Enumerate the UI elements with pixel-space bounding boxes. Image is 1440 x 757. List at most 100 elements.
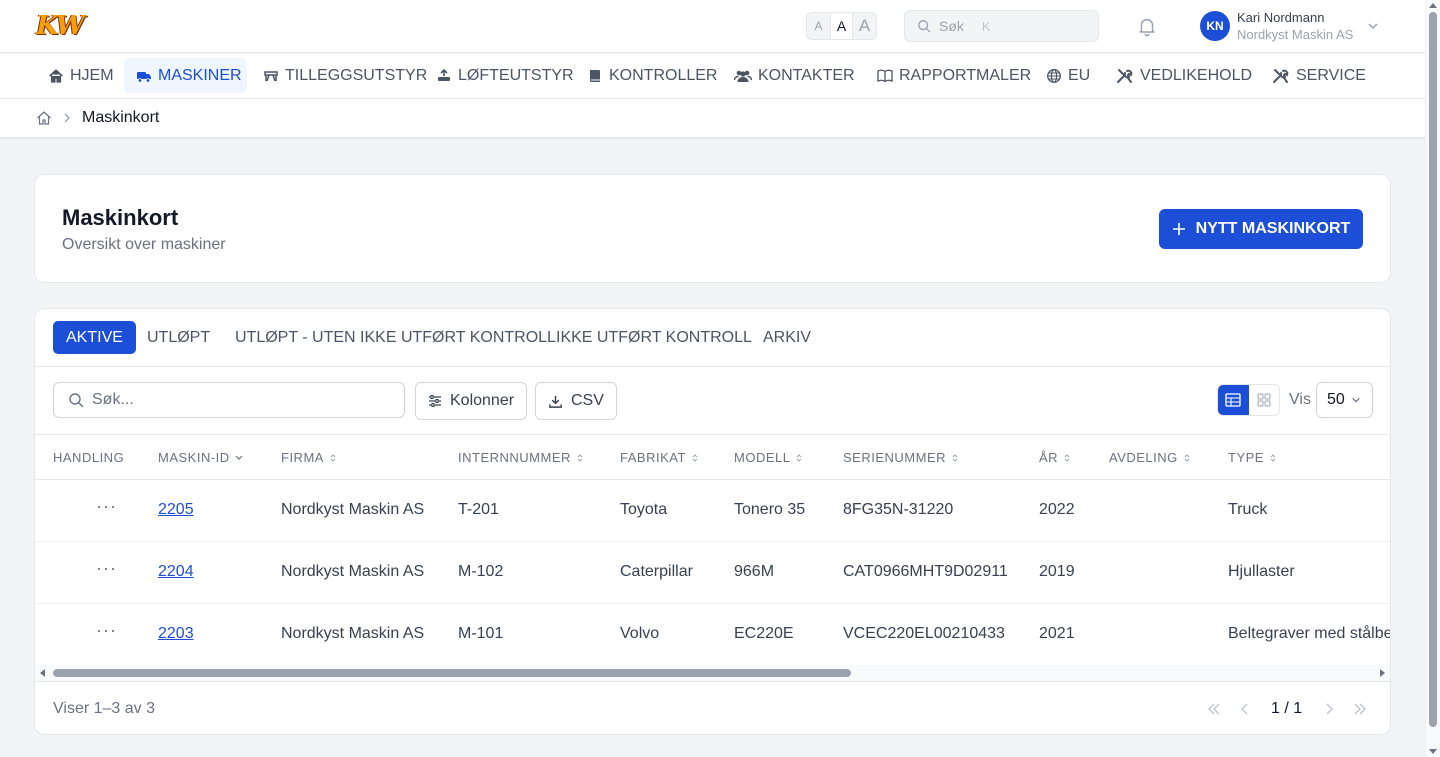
download-icon xyxy=(549,395,562,408)
previous-page-icon[interactable] xyxy=(1236,700,1254,718)
page-size-label: Vis xyxy=(1289,391,1311,408)
user-name[interactable]: Kari Nordmann xyxy=(1237,10,1324,25)
search-shortcut-hint: K xyxy=(981,18,991,34)
sort-icon xyxy=(1064,453,1070,462)
nav-item-label: LØFTEUTSTYR xyxy=(458,66,574,84)
results-count: Viser 1–3 av 3 xyxy=(53,700,155,717)
page-header-card: Maskinkort Oversikt over maskiner NYTT M… xyxy=(34,174,1391,283)
search-icon xyxy=(918,20,931,33)
row-actions-menu[interactable]: ··· xyxy=(96,559,117,577)
page-title: Maskinkort xyxy=(62,205,179,230)
column-header-serienummer[interactable]: SERIENUMMER xyxy=(843,450,959,465)
scrollbar-thumb[interactable] xyxy=(53,669,851,677)
cell-ar: 2019 xyxy=(1039,563,1075,580)
attachment-icon xyxy=(264,70,278,81)
cell-serienummer: CAT0966MHT9D02911 xyxy=(843,563,1008,580)
scroll-left-arrow[interactable] xyxy=(40,669,45,677)
column-header-avdeling[interactable]: AVDELING xyxy=(1109,450,1191,465)
cell-ar: 2022 xyxy=(1039,501,1075,518)
column-header-firma[interactable]: FIRMA xyxy=(281,450,337,465)
horizontal-scrollbar[interactable] xyxy=(35,665,1390,681)
font-size-medium-button[interactable]: A xyxy=(830,13,853,39)
sort-icon xyxy=(1184,453,1190,462)
avatar[interactable]: KN xyxy=(1200,11,1230,41)
page-subtitle: Oversikt over maskiner xyxy=(62,236,226,253)
cell-type: Truck xyxy=(1228,501,1268,518)
pagination-status: 1 / 1 xyxy=(1271,700,1303,717)
column-header-handling: HANDLING xyxy=(53,450,125,465)
machine-id-link[interactable]: 2203 xyxy=(158,625,194,643)
tab-ikke-utfort-kontroll[interactable]: IKKE UTFØRT KONTROLL xyxy=(556,321,752,354)
nav-item-label: MASKINER xyxy=(158,66,242,84)
scroll-right-arrow[interactable] xyxy=(1380,669,1385,677)
nav-item-eu[interactable]: EU xyxy=(1046,58,1090,93)
column-header-fabrikat[interactable]: FABRIKAT xyxy=(620,450,699,465)
breadcrumb-current: Maskinkort xyxy=(82,109,160,126)
nav-item-service[interactable]: SERVICE xyxy=(1272,58,1366,93)
column-header-modell[interactable]: MODELL xyxy=(734,450,803,465)
next-page-icon[interactable] xyxy=(1320,700,1338,718)
nav-item-kontakter[interactable]: KONTAKTER xyxy=(734,58,855,93)
open-book-icon xyxy=(877,69,893,82)
tab-aktive[interactable]: AKTIVE xyxy=(53,321,136,354)
nav-item-label: TILLEGGSUTSTYR xyxy=(285,66,428,84)
sort-icon xyxy=(330,453,336,462)
sort-icon xyxy=(692,453,698,462)
row-actions-menu[interactable]: ··· xyxy=(96,497,117,515)
table-row: ··· 2205 Nordkyst Maskin AS T-201 Toyota… xyxy=(35,480,1390,542)
nav-item-label: KONTAKTER xyxy=(758,66,855,84)
nav-item-hjem[interactable]: HJEM xyxy=(48,58,114,93)
columns-button[interactable]: Kolonner xyxy=(415,382,528,420)
table-footer: Viser 1–3 av 3 1 / 1 xyxy=(35,681,1390,734)
nav-item-maskiner[interactable]: MASKINER xyxy=(124,58,247,93)
nav-item-rapportmaler[interactable]: RAPPORTMALER xyxy=(877,58,1031,93)
grid-view-button[interactable] xyxy=(1249,385,1280,415)
page-scrollbar[interactable] xyxy=(1425,0,1440,757)
columns-button-label: Kolonner xyxy=(450,392,515,409)
csv-export-button[interactable]: CSV xyxy=(535,382,617,420)
nav-item-kontroller[interactable]: KONTROLLER xyxy=(587,58,717,93)
grid-icon xyxy=(1257,393,1271,407)
nav-item-label: HJEM xyxy=(70,66,114,84)
scroll-down-arrow[interactable] xyxy=(1429,749,1437,754)
font-size-large-button[interactable]: A xyxy=(853,13,876,39)
global-search[interactable]: Søk K xyxy=(904,10,1099,42)
new-machine-card-button[interactable]: NYTT MASKINKORT xyxy=(1159,209,1363,249)
page-size-select[interactable]: 50 xyxy=(1316,382,1373,418)
tab-utlopt[interactable]: UTLØPT xyxy=(147,321,210,354)
machine-id-link[interactable]: 2204 xyxy=(158,563,194,581)
home-icon[interactable] xyxy=(36,110,52,126)
cell-firma: Nordkyst Maskin AS xyxy=(281,563,425,580)
kw-logo[interactable]: KW xyxy=(36,12,85,40)
nav-item-vedlikehold[interactable]: VEDLIKEHOLD xyxy=(1116,58,1252,93)
table-icon xyxy=(1225,393,1241,407)
last-page-icon[interactable] xyxy=(1351,700,1369,718)
tab-arkiv[interactable]: ARKIV xyxy=(763,321,811,354)
table-row: ··· 2204 Nordkyst Maskin AS M-102 Caterp… xyxy=(35,542,1390,604)
cell-internnummer: M-102 xyxy=(458,563,504,580)
chevron-down-icon[interactable] xyxy=(1367,20,1379,32)
column-header-internnummer[interactable]: INTERNNUMMER xyxy=(458,450,584,465)
tab-utlopt-uten-kontroll[interactable]: UTLØPT - UTEN IKKE UTFØRT KONTROLL xyxy=(235,321,556,354)
cell-type: Hjullaster xyxy=(1228,563,1295,580)
machine-id-link[interactable]: 2205 xyxy=(158,501,194,519)
nav-item-label: VEDLIKEHOLD xyxy=(1140,66,1253,84)
plus-icon xyxy=(1172,223,1185,235)
font-size-small-button[interactable]: A xyxy=(807,13,830,39)
table-search-input[interactable] xyxy=(92,391,382,409)
bell-icon[interactable] xyxy=(1136,15,1158,37)
table-search[interactable] xyxy=(53,382,405,418)
column-header-ar[interactable]: ÅR xyxy=(1039,450,1071,465)
column-header-maskin-id[interactable]: MASKIN-ID xyxy=(158,450,243,465)
scroll-up-arrow[interactable] xyxy=(1429,3,1437,8)
nav-item-lofteutstyr[interactable]: LØFTEUTSTYR xyxy=(436,58,574,93)
table-header: HANDLING MASKIN-ID FIRMA INTERNNUMMER FA… xyxy=(35,434,1390,480)
page-scrollbar-thumb[interactable] xyxy=(1429,12,1437,727)
table-view-button[interactable] xyxy=(1218,385,1249,415)
nav-item-tilleggsutstyr[interactable]: TILLEGGSUTSTYR xyxy=(263,58,427,93)
first-page-icon[interactable] xyxy=(1205,700,1223,718)
column-header-type[interactable]: TYPE xyxy=(1228,450,1277,465)
row-actions-menu[interactable]: ··· xyxy=(96,621,117,639)
new-machine-card-label: NYTT MASKINKORT xyxy=(1195,220,1351,237)
cell-modell: EC220E xyxy=(734,625,794,642)
